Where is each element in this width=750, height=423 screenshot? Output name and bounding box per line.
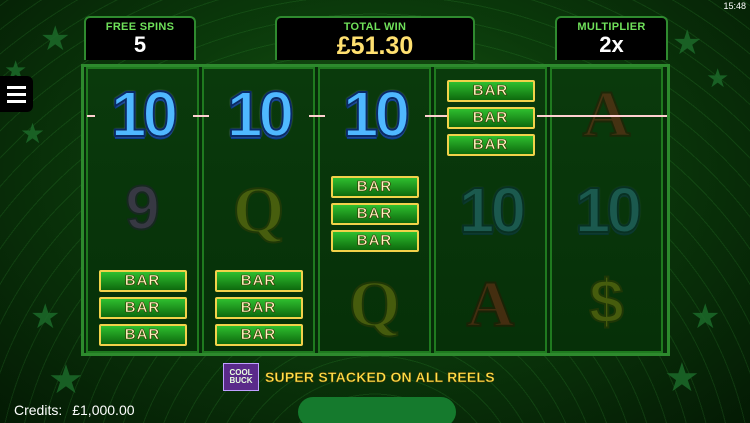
symbol-bar: BAR [330, 230, 419, 252]
symbol-bar: BAR [98, 270, 187, 292]
symbol-bar: BAR [98, 297, 187, 319]
symbol-ten: 10 [226, 77, 295, 151]
total-win-panel: TOTAL WIN £51.30 [275, 16, 475, 60]
hamburger-menu-icon [7, 99, 26, 103]
reel-4: BAR BAR BAR 10 A [434, 67, 547, 353]
win-payline [87, 115, 95, 117]
symbol-bar: BAR [446, 80, 535, 102]
reel-grid: 10 9 BAR BAR BAR 10 Q BAR BAR BAR 10 BAR… [81, 64, 670, 356]
symbol-ten: 10 [110, 77, 179, 151]
star-decoration-icon: ★ [690, 297, 721, 337]
free-spins-panel: FREE SPINS 5 [84, 16, 196, 60]
win-payline [425, 115, 447, 117]
credits-value: £1,000.00 [72, 402, 135, 418]
multiplier-panel: MULTIPLIER 2x [555, 16, 668, 60]
star-decoration-icon: ★ [48, 357, 84, 403]
star-decoration-icon: ★ [20, 117, 46, 150]
symbol-bar: BAR [446, 107, 535, 129]
symbol-bar: BAR [330, 203, 419, 225]
hamburger-menu-icon [7, 85, 26, 89]
status-clock: 15:48 [723, 1, 746, 11]
win-payline [537, 115, 667, 117]
symbol-ten: 10 [574, 173, 643, 247]
feature-banner-text: SUPER STACKED ON ALL REELS [265, 369, 495, 385]
win-payline [193, 115, 209, 117]
symbol-bar: BAR [214, 270, 303, 292]
multiplier-value: 2x [599, 32, 624, 57]
star-decoration-icon: ★ [706, 64, 730, 94]
reel-5: A 10 $ [550, 67, 663, 353]
win-payline [309, 115, 325, 117]
star-decoration-icon: ★ [40, 19, 71, 59]
feature-banner: COOL BUCK SUPER STACKED ON ALL REELS [223, 363, 495, 391]
symbol-bar: BAR [446, 134, 535, 156]
symbol-nine: 9 [124, 173, 160, 244]
symbol-queen: Q [232, 173, 285, 248]
star-decoration-icon: ★ [672, 23, 703, 63]
cool-buck-logo: COOL BUCK [223, 363, 259, 391]
star-decoration-icon: ★ [664, 355, 700, 401]
reel-3: 10 BAR BAR BAR Q [318, 67, 431, 353]
reel-2: 10 Q BAR BAR BAR [202, 67, 315, 353]
total-win-value: £51.30 [336, 32, 414, 60]
symbol-bar: BAR [98, 324, 187, 346]
menu-button[interactable] [0, 76, 33, 112]
symbol-bar: BAR [214, 324, 303, 346]
reel-1: 10 9 BAR BAR BAR [86, 67, 199, 353]
logo-text: BUCK [229, 376, 253, 385]
hamburger-menu-icon [7, 92, 26, 96]
symbol-bar: BAR [330, 176, 419, 198]
symbol-ace: A [466, 267, 516, 342]
symbol-ten: 10 [458, 173, 527, 247]
star-decoration-icon: ★ [30, 297, 61, 337]
symbol-queen: Q [348, 267, 401, 342]
free-spins-value: 5 [133, 32, 147, 57]
symbol-dollar-icon: $ [588, 267, 624, 338]
symbol-ten: 10 [342, 77, 411, 151]
credits-label: Credits: [14, 402, 63, 418]
symbol-bar: BAR [214, 297, 303, 319]
credits-display: Credits: £1,000.00 [14, 402, 135, 418]
spin-button[interactable] [298, 397, 456, 423]
